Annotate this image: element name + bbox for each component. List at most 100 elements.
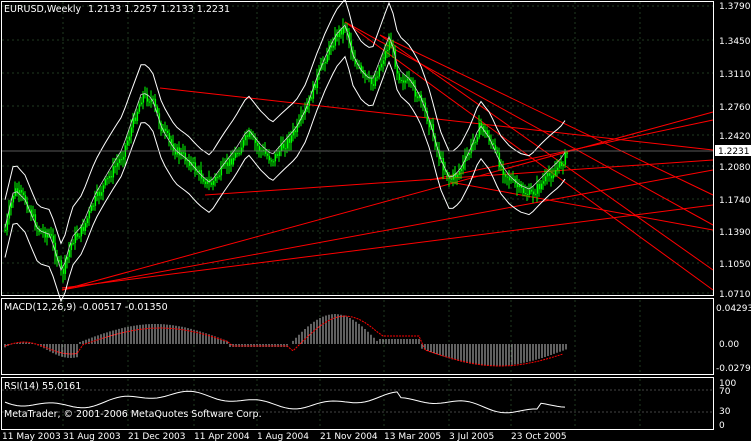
candle-body [528, 189, 531, 195]
candle-body [142, 94, 145, 103]
price-tick: 1.3450 [719, 37, 751, 47]
candle-body [258, 145, 261, 151]
candle-body [114, 166, 117, 168]
macd-tick: 0.00 [719, 340, 739, 350]
candle-body [270, 160, 273, 162]
candle-body [554, 170, 557, 176]
candle-body [522, 187, 525, 194]
candle-body [70, 243, 73, 251]
candle-body [246, 135, 249, 137]
time-tick: 13 Mar 2005 [384, 432, 441, 441]
candle-body [238, 153, 241, 155]
candle-body [504, 174, 507, 177]
candle-body [558, 161, 561, 168]
candle-body [370, 77, 373, 85]
rsi-label: RSI(14) 55.0161 [4, 381, 81, 392]
candle-body [508, 177, 511, 181]
candle-body [282, 143, 285, 149]
time-tick: 3 Jul 2005 [449, 432, 494, 441]
candle-body [288, 138, 291, 143]
candle-body [104, 179, 107, 186]
candle-body [406, 78, 409, 81]
time-axis[interactable]: 11 May 2003 31 Aug 2003 21 Dec 2003 11 A… [2, 432, 567, 441]
copyright-text: MetaTrader, © 2001-2006 MetaQuotes Softw… [4, 409, 262, 420]
price-tick: 1.2080 [719, 163, 751, 173]
candle-body [228, 158, 231, 166]
candle-body [232, 158, 235, 165]
candle-body [44, 231, 47, 238]
candle-body [236, 153, 239, 155]
candle-body [540, 183, 543, 190]
candle-body [52, 235, 55, 243]
time-tick: 11 May 2003 [2, 432, 61, 441]
candle-body [510, 179, 513, 181]
candle-body [374, 77, 377, 86]
candle-body [194, 162, 197, 172]
candle-body [274, 154, 277, 162]
current-price: 1.2231 [718, 147, 750, 157]
time-tick: 1 Aug 2004 [257, 432, 309, 441]
candle-body [532, 191, 535, 195]
candle-body [324, 61, 327, 64]
candle-body [126, 140, 129, 146]
candle-body [20, 190, 23, 193]
candle-body [240, 147, 243, 154]
candle-body [60, 260, 63, 269]
candle-body [214, 176, 217, 181]
price-tick: 1.3790 [719, 2, 751, 12]
candle-body [234, 153, 237, 159]
macd-tick: 0.04293 [716, 304, 751, 314]
candle-body [476, 137, 479, 142]
candle-body [384, 51, 387, 61]
candle-body [310, 97, 313, 99]
candle-body [416, 96, 419, 99]
candle-body [404, 80, 407, 83]
candle-body [12, 196, 15, 203]
candle-body [116, 162, 119, 167]
candle-body [148, 101, 151, 103]
trading-chart[interactable]: EURUSD,Weekly 1.2133 1.2257 1.2133 1.223… [0, 0, 751, 441]
candle-body [268, 155, 271, 161]
candle-body [130, 127, 133, 137]
candle-body [468, 153, 471, 156]
candle-body [32, 214, 35, 217]
candle-body [548, 173, 551, 176]
candle-body [256, 142, 259, 146]
candle-body [450, 178, 453, 180]
candle-body [184, 152, 187, 161]
candle-body [80, 226, 83, 237]
candle-body [72, 242, 75, 244]
macd-label: MACD(12,26,9) -0.00517 -0.01350 [4, 302, 168, 313]
candle-body [294, 130, 297, 133]
price-tick: 1.1390 [719, 228, 751, 238]
candle-body [380, 63, 383, 68]
candle-body [566, 152, 569, 154]
candle-body [76, 233, 79, 237]
candle-body [22, 192, 25, 196]
candle-body [474, 141, 477, 143]
candle-body [62, 268, 65, 274]
candle-body [556, 167, 559, 171]
candle-body [550, 175, 553, 179]
candle-body [506, 176, 509, 178]
candle-body [242, 140, 245, 148]
candle-body [110, 176, 113, 178]
time-tick: 21 Dec 2003 [128, 432, 186, 441]
candle-body [402, 80, 405, 83]
price-tick: 1.1740 [719, 196, 751, 206]
candle-body [128, 136, 131, 141]
candle-body [386, 50, 389, 52]
price-tick: 1.1050 [719, 260, 751, 270]
candle-body [266, 153, 269, 156]
candle-body [496, 150, 499, 153]
candle-body [46, 233, 49, 238]
candle-body [480, 122, 483, 127]
candle-body [562, 164, 565, 167]
candle-body [290, 135, 293, 143]
candle-body [326, 54, 329, 62]
candle-body [544, 176, 547, 182]
candle-body [204, 181, 207, 184]
candle-body [272, 161, 275, 163]
candle-body [560, 161, 563, 167]
candle-body [168, 132, 171, 140]
